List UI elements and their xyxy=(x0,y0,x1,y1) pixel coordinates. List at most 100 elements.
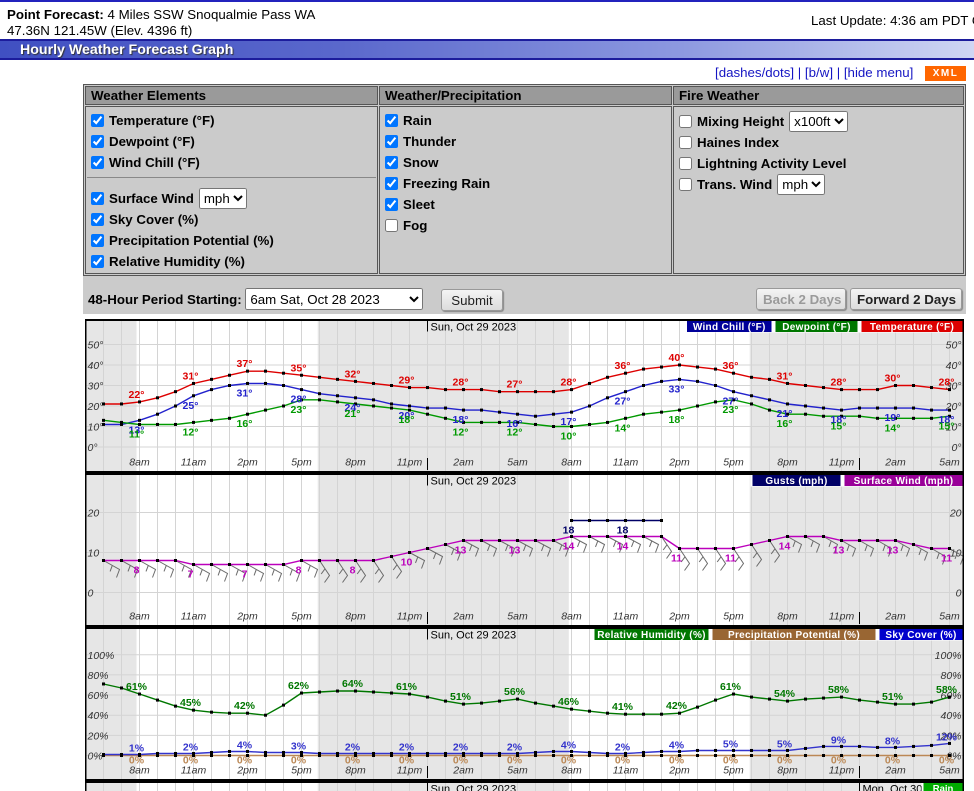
svg-text:2am: 2am xyxy=(884,611,906,623)
svg-text:60%: 60% xyxy=(88,690,109,702)
svg-text:62%: 62% xyxy=(288,680,310,692)
svg-text:2pm: 2pm xyxy=(236,611,258,623)
svg-text:18°: 18° xyxy=(399,414,415,426)
svg-text:2pm: 2pm xyxy=(236,457,258,469)
svg-text:Sun, Oct 29 2023: Sun, Oct 29 2023 xyxy=(431,784,517,791)
svg-text:Gusts (mph): Gusts (mph) xyxy=(765,476,827,487)
svg-text:15°: 15° xyxy=(831,420,847,432)
svg-text:0°: 0° xyxy=(88,442,98,454)
svg-text:10: 10 xyxy=(88,548,100,560)
svg-text:12%: 12% xyxy=(936,731,958,743)
svg-text:31°: 31° xyxy=(183,370,199,382)
svg-text:37°: 37° xyxy=(237,358,253,370)
svg-text:36°: 36° xyxy=(615,360,631,372)
svg-text:1%: 1% xyxy=(129,742,145,754)
svg-text:22°: 22° xyxy=(129,389,145,401)
svg-text:51%: 51% xyxy=(450,691,472,703)
svg-text:80%: 80% xyxy=(88,670,109,682)
svg-text:8am: 8am xyxy=(561,457,582,469)
svg-text:33°: 33° xyxy=(669,383,685,395)
svg-text:31°: 31° xyxy=(777,370,793,382)
svg-text:2%: 2% xyxy=(183,741,199,753)
svg-text:5pm: 5pm xyxy=(723,457,744,469)
svg-text:Sun, Oct 29 2023: Sun, Oct 29 2023 xyxy=(431,630,517,642)
svg-text:2am: 2am xyxy=(452,457,474,469)
svg-text:14: 14 xyxy=(563,541,575,553)
svg-text:18°: 18° xyxy=(669,414,685,426)
svg-text:2pm: 2pm xyxy=(668,457,690,469)
svg-text:Temperature (°F): Temperature (°F) xyxy=(870,322,954,333)
svg-text:28°: 28° xyxy=(453,377,469,389)
svg-text:13: 13 xyxy=(455,545,467,557)
svg-text:7: 7 xyxy=(188,569,194,581)
svg-text:11am: 11am xyxy=(181,765,207,777)
svg-text:11am: 11am xyxy=(181,457,207,469)
svg-text:14: 14 xyxy=(779,541,791,553)
svg-text:20: 20 xyxy=(87,508,100,520)
svg-text:36°: 36° xyxy=(723,360,739,372)
svg-text:18: 18 xyxy=(617,525,629,537)
svg-text:27°: 27° xyxy=(507,379,523,391)
svg-text:0: 0 xyxy=(88,588,94,600)
svg-text:Surface Wind (mph): Surface Wind (mph) xyxy=(854,476,954,487)
svg-text:30°: 30° xyxy=(88,381,104,393)
svg-text:64%: 64% xyxy=(342,678,364,690)
svg-text:21°: 21° xyxy=(345,408,361,420)
svg-text:2%: 2% xyxy=(345,741,361,753)
svg-text:3%: 3% xyxy=(291,740,307,752)
svg-text:16°: 16° xyxy=(237,418,253,430)
svg-text:2am: 2am xyxy=(452,611,474,623)
svg-text:8am: 8am xyxy=(561,611,582,623)
svg-text:13: 13 xyxy=(509,545,521,557)
svg-text:20°: 20° xyxy=(945,401,962,413)
svg-text:8: 8 xyxy=(134,565,140,577)
svg-text:5am: 5am xyxy=(507,457,528,469)
svg-text:11am: 11am xyxy=(613,611,639,623)
svg-text:28°: 28° xyxy=(831,377,847,389)
svg-text:42%: 42% xyxy=(666,700,688,712)
svg-text:100%: 100% xyxy=(935,650,962,662)
svg-text:23°: 23° xyxy=(291,404,307,416)
svg-text:30°: 30° xyxy=(885,373,901,385)
svg-text:8: 8 xyxy=(350,565,356,577)
svg-text:0: 0 xyxy=(956,588,962,600)
svg-text:14°: 14° xyxy=(885,422,901,434)
svg-text:40%: 40% xyxy=(88,710,109,722)
svg-text:29°: 29° xyxy=(399,375,415,387)
svg-text:20%: 20% xyxy=(87,730,109,742)
svg-text:10: 10 xyxy=(401,557,413,569)
svg-text:5am: 5am xyxy=(939,611,960,623)
svg-text:11am: 11am xyxy=(613,457,639,469)
svg-text:11am: 11am xyxy=(613,765,639,777)
svg-text:10°: 10° xyxy=(88,422,104,434)
svg-text:13: 13 xyxy=(833,545,845,557)
svg-text:9%: 9% xyxy=(831,734,847,746)
svg-text:4%: 4% xyxy=(237,739,253,751)
svg-text:11am: 11am xyxy=(181,611,207,623)
svg-text:5pm: 5pm xyxy=(723,611,744,623)
svg-text:100%: 100% xyxy=(88,650,115,662)
svg-text:50°: 50° xyxy=(946,340,962,352)
svg-text:40°: 40° xyxy=(88,360,104,372)
svg-text:2%: 2% xyxy=(615,741,631,753)
svg-text:Sky Cover (%): Sky Cover (%) xyxy=(885,630,956,641)
svg-text:Wind Chill (°F): Wind Chill (°F) xyxy=(693,322,766,333)
svg-text:11pm: 11pm xyxy=(397,765,423,777)
svg-text:11pm: 11pm xyxy=(829,765,855,777)
svg-text:12°: 12° xyxy=(453,426,469,438)
svg-text:2pm: 2pm xyxy=(668,611,690,623)
svg-text:Sun, Oct 29 2023: Sun, Oct 29 2023 xyxy=(431,322,517,334)
svg-text:2pm: 2pm xyxy=(236,765,258,777)
svg-text:5am: 5am xyxy=(939,765,960,777)
svg-text:8am: 8am xyxy=(129,457,150,469)
svg-text:41%: 41% xyxy=(612,701,634,713)
svg-text:0°: 0° xyxy=(951,442,961,454)
svg-text:46%: 46% xyxy=(558,696,580,708)
svg-text:2am: 2am xyxy=(884,457,906,469)
svg-text:14: 14 xyxy=(617,541,629,553)
svg-text:61%: 61% xyxy=(396,681,418,693)
svg-text:11°: 11° xyxy=(129,428,144,440)
svg-text:8am: 8am xyxy=(129,765,150,777)
svg-text:45%: 45% xyxy=(180,697,202,709)
svg-text:Precipitation Potential (%): Precipitation Potential (%) xyxy=(728,630,860,641)
